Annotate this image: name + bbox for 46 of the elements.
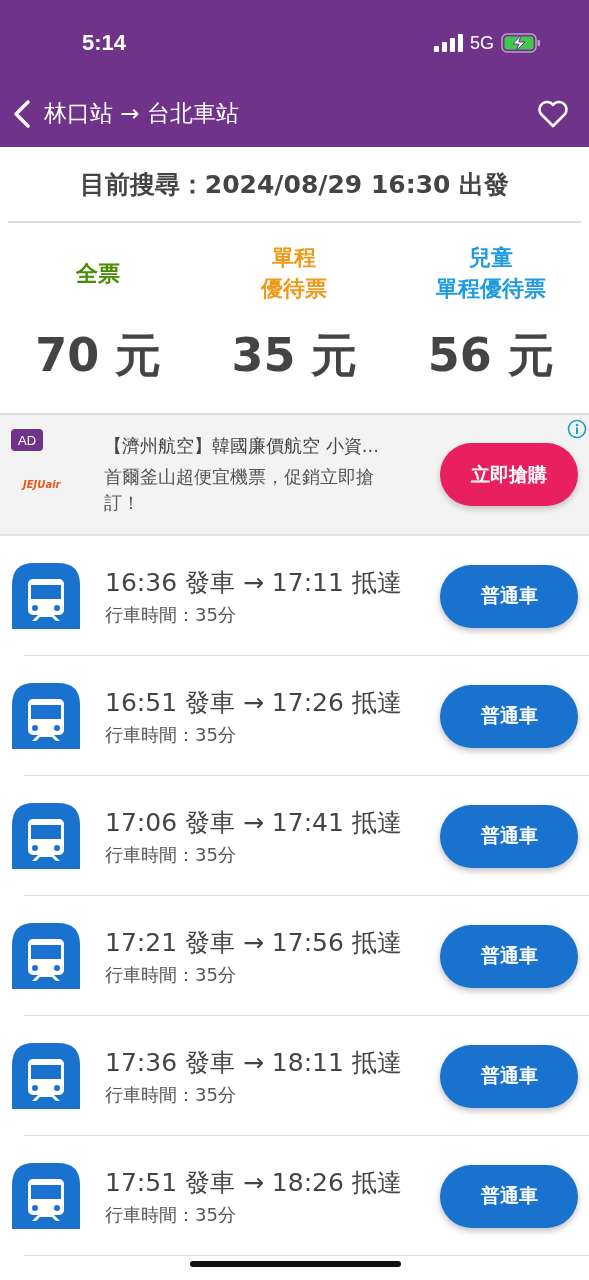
ad-title: 【濟州航空】韓國廉價航空 小資... — [104, 434, 380, 459]
train-icon — [12, 683, 80, 749]
train-icon — [12, 923, 80, 989]
travel-time: 行車時間：35分 — [105, 1082, 237, 1107]
train-times: 17:21 發車 → 17:56 抵達 — [105, 926, 403, 959]
travel-time: 行車時間：35分 — [105, 722, 237, 747]
travel-time: 行車時間：35分 — [105, 602, 237, 627]
train-type-button[interactable]: 普通車 — [440, 1044, 578, 1108]
search-summary: 目前搜尋：2024/08/29 16:30 出發 — [79, 168, 510, 201]
train-icon — [12, 563, 80, 629]
fare-price: 70 元 — [35, 327, 162, 384]
battery-icon — [501, 33, 541, 53]
fare-price: 56 元 — [427, 327, 554, 384]
fare-label: 兒童 — [468, 244, 513, 273]
train-times: 17:51 發車 → 18:26 抵達 — [105, 1166, 403, 1199]
ad-badge: AD — [11, 429, 43, 451]
train-type-button[interactable]: 普通車 — [440, 1164, 578, 1228]
train-times: 16:51 發車 → 17:26 抵達 — [105, 686, 403, 719]
route-title: 林口站 → 台北車站 — [44, 99, 240, 128]
train-icon — [12, 1163, 80, 1229]
heart-icon[interactable] — [537, 99, 569, 128]
train-type-button[interactable]: 普通車 — [440, 684, 578, 748]
travel-time: 行車時間：35分 — [105, 962, 237, 987]
train-type-button[interactable]: 普通車 — [440, 564, 578, 628]
train-times: 16:36 發車 → 17:11 抵達 — [105, 566, 403, 599]
fare-label: 單程優待票 — [435, 275, 546, 303]
train-type-button[interactable]: 普通車 — [440, 804, 578, 868]
buy-button[interactable]: 立即搶購 — [440, 443, 578, 506]
fare-label: 全票 — [76, 259, 121, 288]
fare-label: 單程 — [272, 244, 317, 273]
ad-text: 首爾釜山超便宜機票，促銷立即搶訂！ — [104, 465, 375, 515]
brand-logo: JEJUair — [20, 479, 62, 490]
network-label: 5G — [470, 32, 494, 54]
travel-time: 行車時間：35分 — [105, 842, 237, 867]
train-times: 17:06 發車 → 17:41 抵達 — [105, 806, 403, 839]
status-time: 5:14 — [82, 30, 127, 56]
signal-icon — [434, 34, 463, 52]
train-icon — [12, 1043, 80, 1109]
back-icon[interactable] — [12, 98, 32, 129]
train-type-button[interactable]: 普通車 — [440, 924, 578, 988]
info-icon[interactable] — [567, 419, 587, 439]
train-icon — [12, 803, 80, 869]
fare-label: 優待票 — [261, 275, 328, 303]
travel-time: 行車時間：35分 — [105, 1202, 237, 1227]
train-times: 17:36 發車 → 18:11 抵達 — [105, 1046, 403, 1079]
fare-price: 35 元 — [231, 327, 358, 384]
